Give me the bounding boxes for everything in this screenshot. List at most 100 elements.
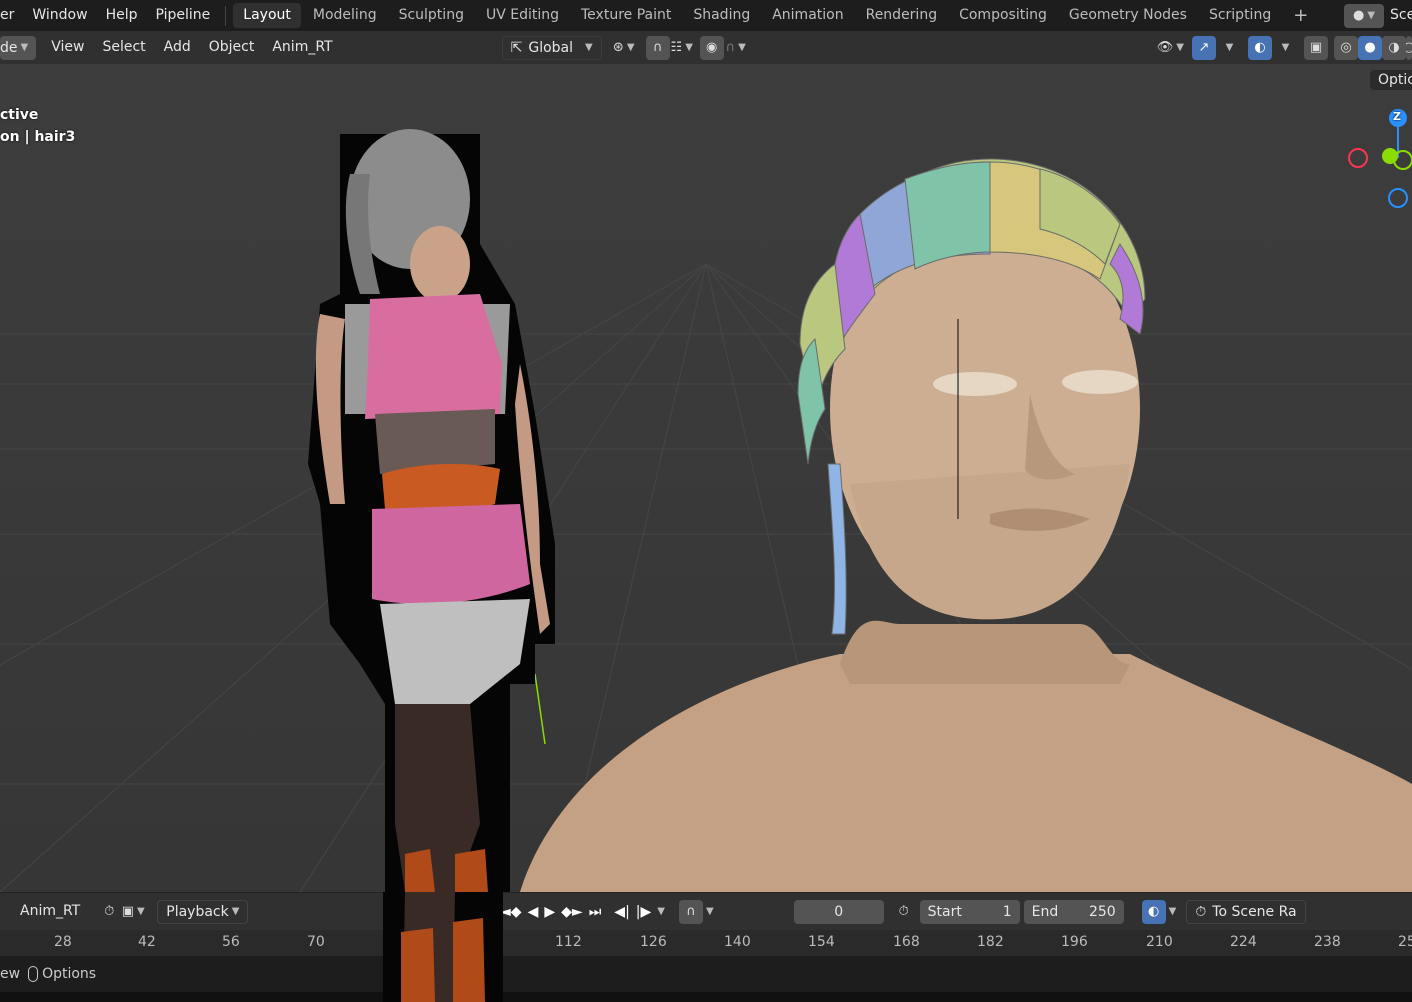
tab-rendering[interactable]: Rendering <box>856 3 948 28</box>
tab-modeling[interactable]: Modeling <box>303 3 387 28</box>
ruler-tick: 210 <box>1146 934 1173 950</box>
next-frame-icon[interactable]: |▶ <box>636 904 651 920</box>
solid-shading-icon[interactable]: ● <box>1358 35 1382 60</box>
timeline-menu-anim-rt[interactable]: Anim_RT <box>0 896 89 927</box>
ruler-tick: 42 <box>138 934 156 950</box>
orientation-label: Global <box>528 39 574 56</box>
status-left-label: ew <box>0 966 21 982</box>
status-options[interactable]: Options <box>42 966 96 982</box>
start-label: Start <box>927 903 962 920</box>
chevron-down-icon: ▼ <box>585 42 593 53</box>
visibility-icon[interactable]: 👁 ▼ <box>1157 36 1184 60</box>
ruler-tick: 196 <box>1061 934 1088 950</box>
proportional-editing-icon[interactable]: ◉ <box>699 35 724 60</box>
material-shading-icon[interactable]: ◑ <box>1382 35 1406 60</box>
tab-texture-paint[interactable]: Texture Paint <box>571 3 681 28</box>
tab-shading[interactable]: Shading <box>683 3 760 28</box>
play-icon[interactable]: ▶ <box>544 904 555 920</box>
auto-keying-icon[interactable]: ⏱ <box>97 900 121 924</box>
overlays-toggle-icon[interactable]: ◐ <box>1248 35 1272 60</box>
gizmo-neg-x-icon[interactable] <box>1348 148 1368 168</box>
pivot-point-icon[interactable]: ⊛ ▼ <box>612 36 636 60</box>
chevron-down-icon: ▼ <box>20 42 29 53</box>
menu-item-pipeline[interactable]: Pipeline <box>147 0 220 31</box>
add-workspace-icon[interactable]: + <box>1283 3 1318 28</box>
gizmo-dropdown-icon[interactable]: ▼ <box>1216 36 1240 60</box>
gizmo-toggle-icon[interactable]: ↗ <box>1192 35 1216 60</box>
tab-animation[interactable]: Animation <box>762 3 853 28</box>
next-keyframe-icon[interactable]: ◆► <box>561 904 583 920</box>
start-frame-field[interactable]: Start 1 <box>919 899 1020 924</box>
mode-label: de <box>0 39 18 56</box>
gizmo-neg-z-icon[interactable] <box>1388 188 1408 208</box>
snap-target-icon[interactable]: ☷ ▼ <box>670 36 694 60</box>
head-model[interactable] <box>520 204 1412 892</box>
proportional-falloff-icon[interactable]: ∩ ▼ <box>724 36 748 60</box>
wireframe-shading-icon[interactable]: ◎ <box>1334 35 1358 60</box>
menu-add[interactable]: Add <box>155 32 200 63</box>
auto-key-magnet-icon[interactable]: ∩ <box>678 899 703 924</box>
ruler-tick: 154 <box>808 934 835 950</box>
jump-end-icon[interactable]: ⏭ <box>589 904 602 920</box>
chevron-down-icon[interactable]: ▼ <box>1169 906 1177 917</box>
ruler-tick: 25 <box>1398 934 1412 950</box>
tab-geometry-nodes[interactable]: Geometry Nodes <box>1059 3 1197 28</box>
start-value: 1 <box>1002 903 1012 920</box>
ruler-tick: 70 <box>307 934 325 950</box>
character-legs-overlay <box>383 892 503 1002</box>
overlays-dropdown-icon[interactable]: ▼ <box>1272 36 1296 60</box>
ruler-tick: 126 <box>640 934 667 950</box>
chevron-down-icon[interactable]: ▼ <box>657 906 665 917</box>
scene-selector-icon[interactable]: ● ▼ <box>1344 3 1384 28</box>
menu-item-help[interactable]: Help <box>97 0 147 31</box>
viewport-info-mode: ctive <box>0 107 39 123</box>
menu-item-window[interactable]: Window <box>23 0 96 31</box>
tab-scripting[interactable]: Scripting <box>1199 3 1281 28</box>
3d-viewport[interactable]: Z ctive on | hair3 Optic <box>0 64 1412 892</box>
mouse-icon <box>28 966 39 982</box>
timeline-overlay-icon[interactable]: ◐ <box>1141 899 1166 924</box>
menu-anim-rt[interactable]: Anim_RT <box>263 32 341 63</box>
current-frame-field[interactable]: 0 <box>793 899 884 924</box>
options-label: Optic <box>1378 72 1412 88</box>
menu-item-render[interactable]: er <box>0 0 23 31</box>
top-bar: er Window Help Pipeline Layout Modeling … <box>0 0 1412 31</box>
play-reverse-icon[interactable]: ◀ <box>528 904 539 920</box>
viewport-header: de ▼ View Select Add Object Anim_RT ⇱ Glo… <box>0 31 1412 64</box>
tab-uv-editing[interactable]: UV Editing <box>476 3 569 28</box>
transform-orientation-dropdown[interactable]: ⇱ Global ▼ <box>501 35 602 60</box>
end-value: 250 <box>1088 903 1116 920</box>
character-model[interactable] <box>308 129 555 892</box>
keying-set-icon[interactable]: ▣ ▼ <box>121 900 145 924</box>
snap-toggle-icon[interactable]: ∩ <box>645 35 670 60</box>
navigation-gizmo[interactable] <box>1348 109 1412 208</box>
gizmo-z-label: Z <box>1393 110 1401 123</box>
chevron-down-icon: ▼ <box>231 906 240 917</box>
menu-view[interactable]: View <box>42 32 93 63</box>
end-frame-field[interactable]: End 250 <box>1023 899 1124 924</box>
preview-range-icon[interactable]: ⏱ <box>892 900 916 924</box>
playback-label: Playback <box>166 903 229 920</box>
ruler-tick: 28 <box>54 934 72 950</box>
tab-layout[interactable]: Layout <box>233 3 301 28</box>
scene-name[interactable]: Sce <box>1390 0 1412 31</box>
mode-dropdown[interactable]: de ▼ <box>0 35 37 60</box>
chevron-down-icon[interactable]: ▼ <box>706 906 714 917</box>
tab-sculpting[interactable]: Sculpting <box>389 3 474 28</box>
playback-dropdown[interactable]: Playback ▼ <box>157 899 249 924</box>
ruler-tick: 238 <box>1314 934 1341 950</box>
rendered-shading-icon[interactable]: ○ <box>1406 35 1412 60</box>
tab-compositing[interactable]: Compositing <box>949 3 1057 28</box>
viewport-canvas <box>0 109 1412 892</box>
xray-toggle-icon[interactable]: ▣ <box>1304 35 1328 60</box>
y-axis-line <box>534 673 546 745</box>
prev-frame-icon[interactable]: ◀| <box>614 904 629 920</box>
menu-select[interactable]: Select <box>93 32 154 63</box>
end-label: End <box>1031 903 1059 920</box>
orientation-icon: ⇱ <box>510 39 523 56</box>
menu-object[interactable]: Object <box>200 32 264 63</box>
ruler-tick: 168 <box>893 934 920 950</box>
options-button[interactable]: Optic <box>1370 70 1412 90</box>
frame-ruler[interactable]: 28 42 56 70 8 8 112 126 140 154 168 182 … <box>0 930 1412 956</box>
to-scene-range-button[interactable]: ⏱ To Scene Ra <box>1186 899 1306 924</box>
